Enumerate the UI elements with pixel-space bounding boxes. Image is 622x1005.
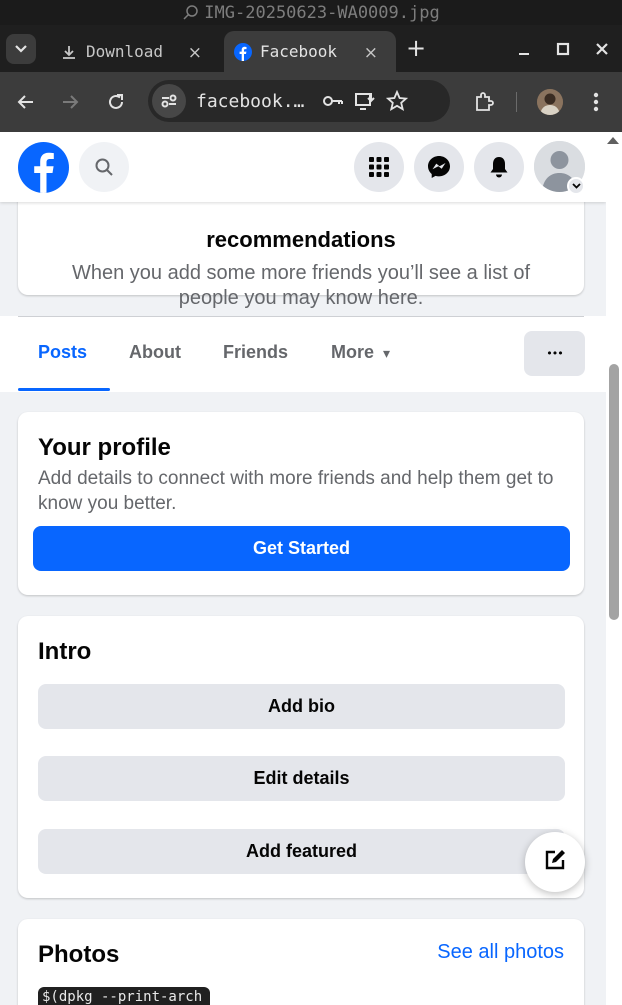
back-icon[interactable] bbox=[14, 90, 38, 114]
site-info-icon[interactable] bbox=[152, 84, 186, 118]
facebook-page: recommendations When you add some more f… bbox=[0, 132, 606, 1005]
caret-down-icon: ▾ bbox=[383, 346, 391, 362]
maximize-icon[interactable] bbox=[551, 37, 575, 61]
tab-download[interactable]: Download × bbox=[50, 31, 220, 72]
browser-toolbar: facebook.… bbox=[0, 72, 622, 132]
tab-more[interactable]: More ▾ bbox=[331, 342, 390, 363]
scroll-up-arrow[interactable] bbox=[607, 137, 619, 144]
your-profile-description: Add details to connect with more friends… bbox=[38, 468, 554, 514]
chevron-down-icon bbox=[15, 45, 27, 53]
photos-card: Photos See all photos $(dpkg --print-arc… bbox=[18, 919, 584, 1005]
download-icon bbox=[60, 43, 78, 61]
kebab-menu-icon[interactable] bbox=[584, 90, 608, 114]
os-title-bar: IMG-20250623-WA0009.jpg bbox=[0, 0, 622, 25]
profile-tabs: Posts About Friends More ▾ ••• bbox=[0, 316, 606, 392]
new-tab-button[interactable]: + bbox=[406, 36, 426, 60]
photo-thumbnail[interactable]: $(dpkg --print-arch bbox=[38, 987, 210, 1005]
see-all-photos-link[interactable]: See all photos bbox=[437, 941, 564, 964]
tab-label: Facebook bbox=[260, 42, 338, 61]
menu-button[interactable] bbox=[354, 142, 404, 192]
photos-title: Photos bbox=[38, 941, 120, 968]
recommendations-text: When you add some more friends you’ll se… bbox=[72, 262, 530, 309]
edit-icon bbox=[545, 850, 565, 870]
add-featured-button[interactable]: Add featured bbox=[38, 829, 565, 874]
account-menu-caret[interactable] bbox=[567, 177, 585, 195]
tab-posts[interactable]: Posts bbox=[38, 342, 87, 363]
minimize-icon[interactable] bbox=[512, 37, 536, 61]
notifications-button[interactable] bbox=[474, 142, 524, 192]
forward-icon[interactable] bbox=[58, 90, 82, 114]
browser-tab-strip: Download × Facebook × + bbox=[0, 25, 622, 72]
tab-more-label: More bbox=[331, 342, 375, 362]
add-bio-button[interactable]: Add bio bbox=[38, 684, 565, 729]
search-button[interactable] bbox=[79, 142, 129, 192]
tab-label: Download bbox=[86, 42, 164, 61]
tab-facebook[interactable]: Facebook × bbox=[224, 31, 396, 72]
divider bbox=[18, 316, 584, 317]
search-icon bbox=[95, 158, 113, 176]
grid-menu-icon bbox=[369, 157, 389, 177]
address-bar[interactable]: facebook.… bbox=[148, 80, 450, 122]
bell-icon bbox=[490, 157, 508, 178]
bookmark-star-icon[interactable] bbox=[384, 88, 410, 114]
install-app-icon[interactable] bbox=[352, 88, 378, 114]
more-options-icon: ••• bbox=[546, 347, 563, 360]
close-icon[interactable]: × bbox=[188, 43, 202, 63]
profile-options-button[interactable]: ••• bbox=[524, 331, 585, 376]
new-message-button[interactable] bbox=[525, 832, 585, 892]
your-profile-card: Your profile Add details to connect with… bbox=[18, 412, 584, 595]
messenger-button[interactable] bbox=[414, 142, 464, 192]
intro-card: Intro Add bio Edit details Add featured bbox=[18, 616, 584, 898]
password-key-icon[interactable] bbox=[320, 88, 346, 114]
intro-title: Intro bbox=[38, 638, 92, 665]
search-icon bbox=[183, 4, 199, 20]
active-tab-indicator bbox=[18, 388, 110, 391]
your-profile-title: Your profile bbox=[38, 434, 171, 461]
close-window-icon[interactable] bbox=[590, 37, 614, 61]
facebook-icon bbox=[234, 42, 252, 61]
edit-details-button[interactable]: Edit details bbox=[38, 756, 565, 801]
chevron-down-icon bbox=[571, 183, 581, 189]
get-started-button[interactable]: Get Started bbox=[33, 526, 570, 571]
tab-search-button[interactable] bbox=[6, 34, 36, 64]
close-icon[interactable]: × bbox=[364, 43, 378, 63]
facebook-header bbox=[0, 132, 606, 202]
url-text[interactable]: facebook.… bbox=[196, 91, 314, 112]
tab-friends[interactable]: Friends bbox=[223, 342, 288, 363]
extensions-icon[interactable] bbox=[472, 90, 496, 114]
recommendations-title: recommendations bbox=[206, 227, 396, 252]
window-title: IMG-20250623-WA0009.jpg bbox=[204, 2, 440, 23]
scrollbar-thumb[interactable] bbox=[609, 364, 619, 620]
toolbar-divider bbox=[516, 92, 517, 112]
messenger-icon bbox=[428, 156, 450, 178]
reload-icon[interactable] bbox=[104, 90, 128, 114]
tab-about[interactable]: About bbox=[129, 342, 181, 363]
browser-profile-avatar[interactable] bbox=[537, 89, 563, 115]
facebook-logo[interactable] bbox=[18, 142, 69, 193]
